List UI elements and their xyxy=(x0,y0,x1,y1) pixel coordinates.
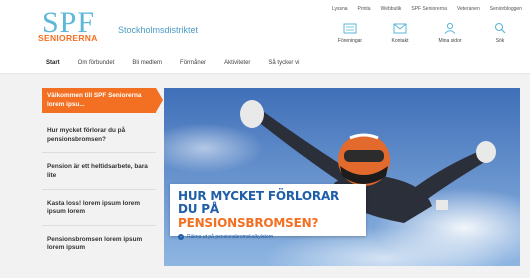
mina-sidor-label: Mina sidor xyxy=(438,38,462,44)
sok-button[interactable]: Sök xyxy=(482,22,518,44)
top-link-printa[interactable]: Printa xyxy=(358,6,371,12)
logo-subtext: SENIORERNA xyxy=(38,33,98,43)
calculator-link-text: Räkna ut på pensionsbromskalkylatorn xyxy=(187,234,274,241)
sidebar-item-valkommen[interactable]: Välkommen till SPF Seniorerna lorem ipsu… xyxy=(42,88,163,113)
hero-headline: HUR MYCKET FÖRLORAR DU PÅ PENSIONSBROMSE… xyxy=(178,189,358,230)
nav-item-start[interactable]: Start xyxy=(46,60,60,66)
nav-item-bli-medlem[interactable]: Bli medlem xyxy=(132,60,162,66)
headline-orange: PENSIONSBROMSEN? xyxy=(178,215,319,230)
carousel-sidebar: Välkommen till SPF Seniorerna lorem ipsu… xyxy=(42,88,163,265)
top-link-seniorbloggen[interactable]: Seniorbloggen xyxy=(490,6,522,12)
sidebar-item-pensionsbromsen-lorem[interactable]: Pensionsbromsen lorem ipsum lorem ipsum xyxy=(42,232,156,257)
nav-item-aktiviteter[interactable]: Aktiviteter xyxy=(224,60,250,66)
top-link-webbutik[interactable]: Webbutik xyxy=(381,6,402,12)
calculator-link[interactable]: › Räkna ut på pensionsbromskalkylatorn xyxy=(178,234,358,241)
kontakt-label: Kontakt xyxy=(391,38,409,44)
top-link-lyssna[interactable]: Lyssna xyxy=(332,6,348,12)
building-icon xyxy=(343,23,357,34)
divider xyxy=(42,188,156,190)
hero-headline-box: HUR MYCKET FÖRLORAR DU PÅ PENSIONSBROMSE… xyxy=(170,184,366,241)
nav-item-om-forbundet[interactable]: Om förbundet xyxy=(78,60,115,66)
nav-item-formaner[interactable]: Förmåner xyxy=(180,60,206,66)
icon-bar: Föreningar Kontakt Mina sidor Sök xyxy=(332,22,518,44)
spf-logo[interactable]: SPF SENIORERNA xyxy=(38,6,104,48)
headline-blue: HUR MYCKET FÖRLORAR DU PÅ xyxy=(178,189,340,217)
top-link-veteranen[interactable]: Veteranen xyxy=(457,6,480,12)
arrow-circle-icon: › xyxy=(178,234,184,241)
main-content: Välkommen till SPF Seniorerna lorem ipsu… xyxy=(0,74,530,278)
mina-sidor-button[interactable]: Mina sidor xyxy=(432,22,468,44)
kontakt-button[interactable]: Kontakt xyxy=(382,22,418,44)
sidebar-item-pensionsbromsen[interactable]: Hur mycket förlorar du på pensionsbromse… xyxy=(42,123,156,148)
divider xyxy=(42,224,156,226)
sok-label: Sök xyxy=(495,38,505,44)
foreningar-label: Föreningar xyxy=(337,38,363,44)
sidebar-item-kasta-loss[interactable]: Kasta loss! lorem ipsum lorem ipsum lore… xyxy=(42,196,156,221)
sidebar-item-heltidsarbete[interactable]: Pension är ett heltidsarbete, bara lite xyxy=(42,159,156,184)
site-header: SPF SENIORERNA Stockholmsdistriktet Lyss… xyxy=(0,0,530,52)
mail-icon xyxy=(393,23,407,34)
main-nav: Start Om förbundet Bli medlem Förmåner A… xyxy=(0,52,530,74)
nav-item-sa-tycker-vi[interactable]: Så tycker vi xyxy=(268,60,299,66)
top-links: Lyssna Printa Webbutik SPF Seniorerna Ve… xyxy=(332,6,522,12)
top-link-spf-seniorerna[interactable]: SPF Seniorerna xyxy=(411,6,447,12)
user-icon xyxy=(444,22,456,34)
hero-banner[interactable]: HUR MYCKET FÖRLORAR DU PÅ PENSIONSBROMSE… xyxy=(164,88,520,266)
foreningar-button[interactable]: Föreningar xyxy=(332,22,368,44)
search-icon xyxy=(494,22,506,34)
divider xyxy=(42,152,156,154)
district-name: Stockholmsdistriktet xyxy=(118,25,199,35)
